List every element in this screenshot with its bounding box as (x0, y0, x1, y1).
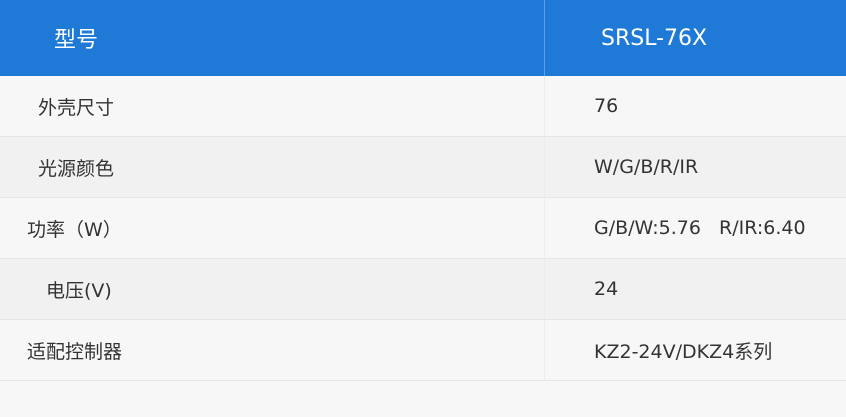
table-row: 外壳尺寸 76 (0, 76, 846, 137)
row-value: W/G/B/R/IR (594, 156, 699, 178)
row-value: 24 (594, 278, 619, 300)
table-footer-space (0, 381, 846, 417)
header-label: 型号 (0, 0, 545, 76)
table-row: 电压(V) 24 (0, 259, 846, 320)
row-label: 适配控制器 (0, 320, 545, 380)
header-value: SRSL-76X (601, 25, 708, 51)
row-label: 电压(V) (0, 259, 545, 319)
row-value: KZ2-24V/DKZ4系列 (594, 340, 773, 363)
row-label: 光源颜色 (0, 137, 545, 197)
table-row: 光源颜色 W/G/B/R/IR (0, 137, 846, 198)
table-row: 功率（W） G/B/W:5.76 R/IR:6.40 (0, 198, 846, 259)
row-label: 功率（W） (0, 198, 545, 258)
row-value: 76 (594, 95, 619, 117)
table-header: 型号 SRSL-76X (0, 0, 846, 76)
row-value: G/B/W:5.76 R/IR:6.40 (594, 217, 806, 239)
table-row: 适配控制器 KZ2-24V/DKZ4系列 (0, 320, 846, 381)
spec-table: 型号 SRSL-76X 外壳尺寸 76 光源颜色 W/G/B/R/IR 功率（W… (0, 0, 846, 417)
row-label: 外壳尺寸 (0, 76, 545, 136)
